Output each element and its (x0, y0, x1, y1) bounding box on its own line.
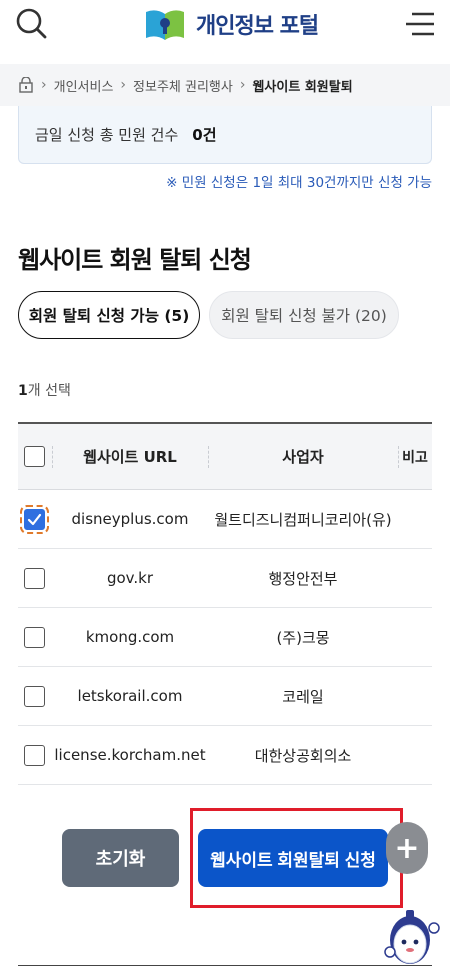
row-url: disneyplus.com (71, 510, 189, 528)
breadcrumb: › 개인서비스 › 정보주체 권리행사 › 웹사이트 회원탈퇴 (0, 64, 450, 106)
chevron-right-icon: › (41, 77, 47, 93)
row-check-cell (18, 567, 52, 589)
column-divider (208, 446, 209, 468)
selected-count-suffix: 개 선택 (27, 383, 71, 399)
daily-count-box: 금일 신청 총 민원 건수 0건 (18, 106, 432, 164)
site-logo[interactable]: 개인정보 포털 (142, 4, 319, 44)
row-checkbox[interactable] (24, 744, 45, 766)
column-divider (52, 446, 53, 468)
header-check-cell (18, 446, 52, 467)
table-row[interactable]: gov.kr 행정안전부 (18, 549, 432, 608)
row-url: gov.kr (106, 569, 154, 587)
chatbot-mascot[interactable] (382, 904, 444, 968)
breadcrumb-item[interactable]: 정보주체 권리행사 (133, 76, 233, 95)
home-icon[interactable] (18, 77, 34, 93)
tab-list: 회원 탈퇴 신청 가능 (5) 회원 탈퇴 신청 불가 (20) (18, 291, 399, 339)
tab-unavailable[interactable]: 회원 탈퇴 신청 불가 (20) (209, 291, 399, 339)
table-row[interactable]: letskorail.com 코레일 (18, 667, 432, 726)
header-url: 웹사이트 URL (83, 448, 177, 466)
row-url: letskorail.com (77, 687, 183, 705)
row-check-cell (18, 744, 52, 766)
row-business: 월트디즈니컴퍼니코리아(유) (214, 510, 392, 529)
hamburger-menu-icon (406, 12, 434, 36)
selected-count-number: 1 (18, 383, 28, 399)
column-divider (398, 446, 399, 468)
row-checkbox[interactable] (24, 685, 45, 707)
limit-notice: ※ 민원 신청은 1일 최대 30건까지만 신청 가능 (166, 175, 432, 191)
search-icon (16, 8, 47, 39)
table-row[interactable]: disneyplus.com 월트디즈니컴퍼니코리아(유) (18, 490, 432, 549)
breadcrumb-current: 웹사이트 회원탈퇴 (252, 79, 353, 95)
row-url: kmong.com (85, 628, 175, 646)
search-button[interactable] (14, 6, 50, 42)
table-header-row: 웹사이트 URL 사업자 비고 (18, 424, 432, 490)
submit-withdrawal-button[interactable]: 웹사이트 회원탈퇴 신청 (198, 829, 388, 887)
row-checkbox[interactable] (24, 567, 45, 589)
logo-mark-icon (146, 10, 184, 40)
select-all-checkbox[interactable] (24, 446, 45, 467)
top-header: 개인정보 포털 (0, 0, 450, 60)
row-check-cell (18, 504, 52, 534)
page-title: 웹사이트 회원 탈퇴 신청 (18, 246, 252, 274)
row-business: 행정안전부 (268, 569, 338, 588)
mascot-icon (384, 910, 440, 964)
row-check-cell (18, 685, 52, 707)
table-row[interactable]: license.korcham.net 대한상공회의소 (18, 726, 432, 785)
checkmark-icon (27, 513, 42, 525)
bottom-divider (18, 965, 432, 966)
row-business: 코레일 (282, 687, 324, 706)
reset-button[interactable]: 초기화 (62, 829, 179, 887)
row-business: (주)크몽 (276, 628, 330, 647)
website-table: 웹사이트 URL 사업자 비고 disneyplus.com 월트디즈니컴퍼니코… (18, 422, 432, 785)
table-row[interactable]: kmong.com (주)크몽 (18, 608, 432, 667)
logo-text: 개인정보 포털 (196, 14, 319, 39)
selected-count: 1개 선택 (18, 380, 71, 400)
daily-count-value: 0건 (192, 126, 217, 144)
tab-available[interactable]: 회원 탈퇴 신청 가능 (5) (18, 291, 200, 339)
chevron-right-icon: › (239, 77, 246, 93)
breadcrumb-item[interactable]: 개인서비스 (54, 76, 114, 95)
row-check-cell (18, 626, 52, 648)
daily-count-label: 금일 신청 총 민원 건수 (35, 126, 179, 144)
chevron-right-icon: › (120, 77, 127, 93)
floating-plus-button[interactable]: + (386, 822, 428, 874)
row-checkbox[interactable] (24, 626, 45, 648)
header-note: 비고 (402, 449, 428, 466)
row-url: license.korcham.net (54, 746, 206, 764)
row-business: 대한상공회의소 (254, 746, 352, 765)
row-checkbox[interactable] (20, 504, 49, 534)
menu-button[interactable] (404, 8, 436, 40)
header-business: 사업자 (282, 448, 324, 466)
